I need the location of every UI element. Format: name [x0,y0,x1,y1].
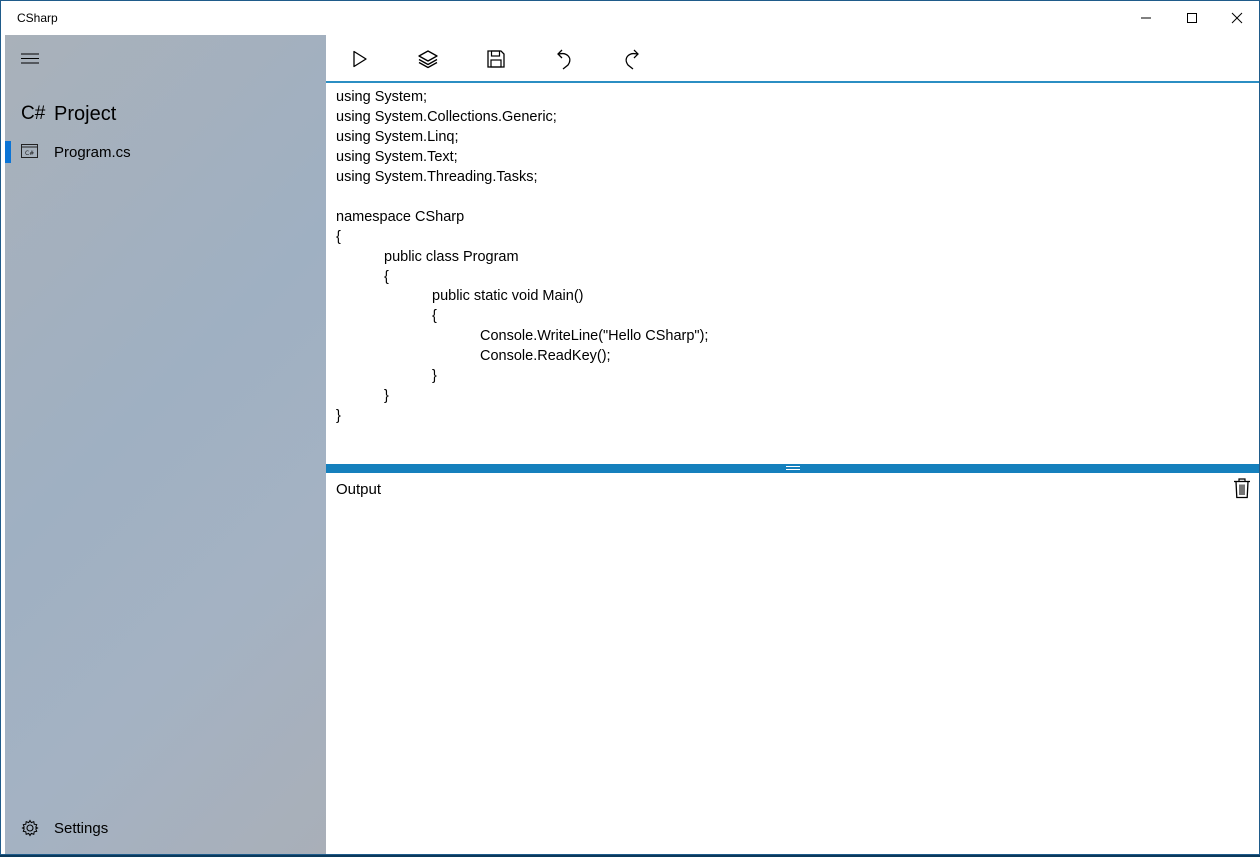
title-bar: CSharp [1,1,1259,35]
gear-icon [21,819,39,837]
maximize-button[interactable] [1169,1,1215,35]
code-line: using System.Text; [336,149,458,165]
cs-file-icon: C# [21,144,38,158]
save-icon [487,50,505,68]
code-line: Console.WriteLine("Hello CSharp"); [480,328,709,344]
splitter-grip-icon [786,466,800,472]
hamburger-icon [21,53,39,64]
code-line: public class Program [384,249,519,265]
code-line: using System.Collections.Generic; [336,109,557,125]
output-label: Output [336,481,382,498]
undo-button[interactable] [552,47,576,71]
play-icon [353,50,367,68]
undo-icon [557,49,571,70]
code-line: using System.Linq; [336,129,459,145]
redo-icon [625,49,639,70]
settings-label: Settings [54,819,109,837]
csharp-icon: C# [21,103,46,124]
code-line: } [336,408,341,424]
code-line: public static void Main() [432,288,584,304]
code-line: } [384,388,389,404]
sidebar-item-label: Program.cs [54,144,131,161]
sidebar-item-program-cs[interactable]: C# Program.cs [5,139,326,165]
hamburger-menu-button[interactable] [19,48,41,70]
build-button[interactable] [416,47,440,71]
code-line: { [432,308,437,324]
project-title: Project [54,102,117,125]
close-icon [1231,12,1243,24]
code-line: Console.ReadKey(); [480,348,611,364]
minimize-icon [1141,17,1151,19]
selection-indicator [5,141,11,163]
app-title: CSharp [17,11,58,25]
code-line: } [432,368,437,384]
sidebar: C# Project C# Program.cs Settings [5,35,326,854]
code-line: { [384,269,389,285]
settings-button[interactable]: Settings [21,817,108,839]
project-header: C# Project [21,101,116,127]
app-window: CSharp C# Project C# Program.cs Settings… [0,0,1260,855]
maximize-icon [1187,13,1197,23]
code-line: namespace CSharp [336,209,465,225]
trash-icon [1234,478,1250,499]
output-panel: Output [326,473,1259,854]
save-button[interactable] [484,47,508,71]
svg-text:C#: C# [25,150,34,157]
code-line: using System; [336,89,428,105]
redo-button[interactable] [620,47,644,71]
clear-output-button[interactable] [1232,477,1252,499]
layers-icon [418,50,438,69]
code-line: using System.Threading.Tasks; [336,169,538,185]
panel-splitter[interactable] [326,464,1259,473]
minimize-button[interactable] [1123,1,1169,35]
code-editor[interactable]: using System; using System.Collections.G… [326,83,1259,464]
toolbar [326,35,1259,83]
code-line: { [336,229,341,245]
close-button[interactable] [1214,1,1259,35]
run-button[interactable] [348,47,372,71]
